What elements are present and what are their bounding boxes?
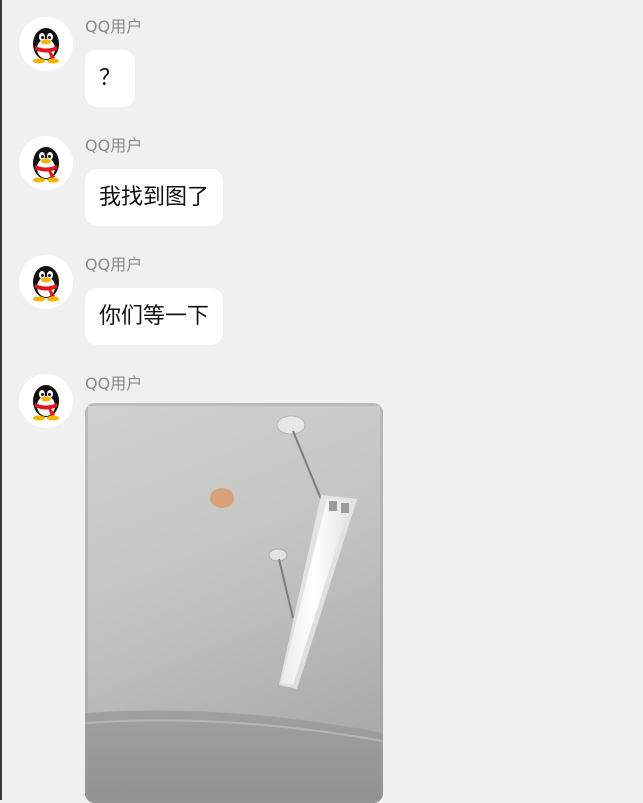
qq-penguin-icon (33, 266, 59, 302)
sender-name: QQ用户 (85, 136, 143, 155)
message-bubble[interactable]: ？ (85, 50, 136, 107)
message-bubble[interactable]: 你们等一下 (85, 288, 224, 345)
qq-penguin-icon (33, 28, 59, 64)
avatar[interactable] (19, 255, 73, 309)
sender-name: QQ用户 (85, 17, 143, 36)
message-bubble[interactable]: 我找到图了 (85, 169, 224, 226)
avatar[interactable] (19, 374, 73, 428)
message-image[interactable] (85, 403, 383, 803)
chat-message-list[interactable]: QQ用户 ？ QQ用户 我找到图了 QQ用户 你们等一下 QQ用户 (0, 0, 643, 803)
qq-penguin-icon (33, 385, 59, 421)
qq-penguin-icon (33, 147, 59, 183)
avatar[interactable] (19, 17, 73, 71)
avatar[interactable] (19, 136, 73, 190)
ceiling-lamp-photo (85, 403, 383, 803)
sender-name: QQ用户 (85, 255, 143, 274)
sender-name: QQ用户 (85, 374, 143, 393)
